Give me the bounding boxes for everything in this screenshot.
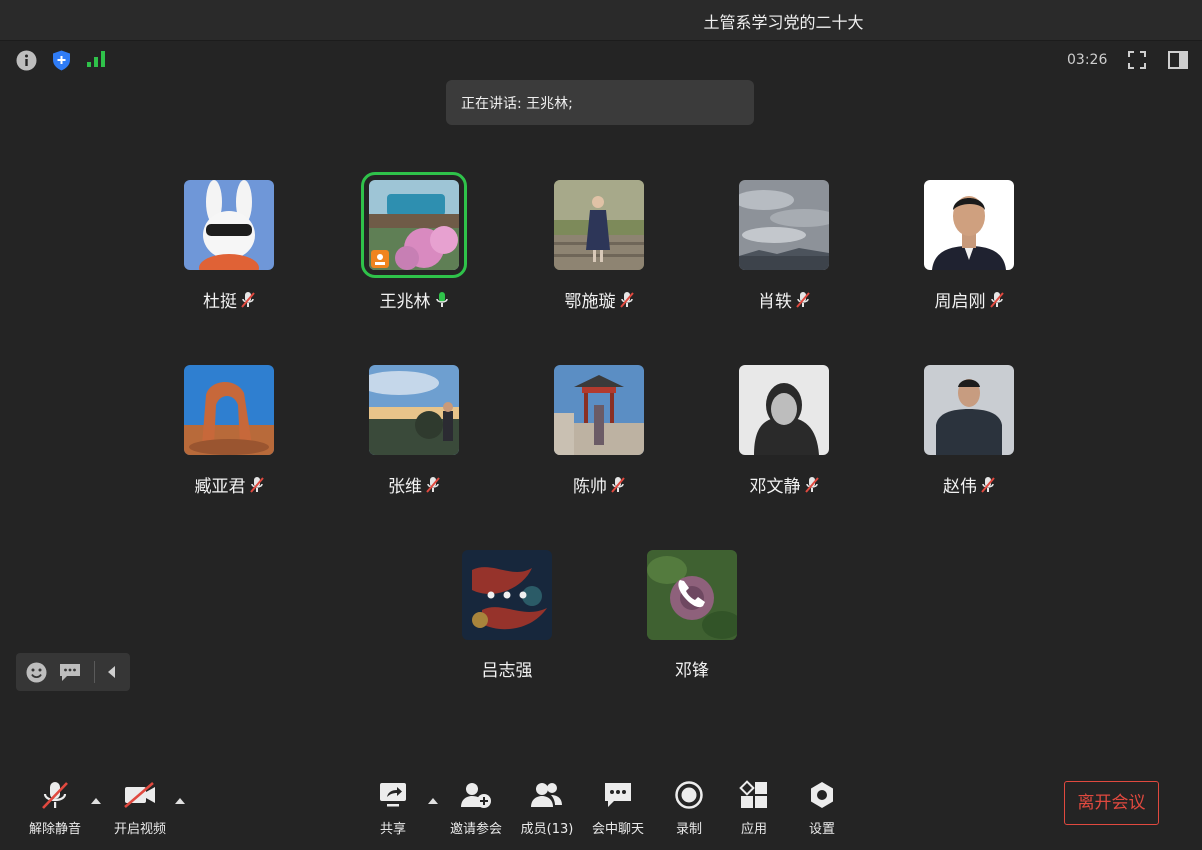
- man-portrait-avatar-icon: [924, 365, 1014, 455]
- unmute-button[interactable]: 解除静音: [15, 780, 95, 837]
- rabbit-avatar-icon: [184, 180, 274, 270]
- child-photo-avatar-icon: [554, 180, 644, 270]
- participant-name-label: 王兆林: [334, 287, 494, 312]
- participant-avatar[interactable]: [369, 365, 459, 455]
- participant-avatar-active-speaker[interactable]: [361, 172, 467, 278]
- participant-avatar[interactable]: [462, 550, 552, 640]
- sunset-photographer-avatar-icon: [369, 365, 459, 455]
- participant-avatar[interactable]: [184, 180, 274, 270]
- leave-meeting-button[interactable]: 离开会议: [1064, 781, 1159, 825]
- divider: [94, 661, 95, 683]
- mic-muted-icon: [796, 292, 810, 308]
- start-video-button[interactable]: 开启视频: [100, 780, 180, 837]
- participant-name-label: 臧亚君: [149, 472, 309, 497]
- members-button[interactable]: 成员(13): [507, 780, 587, 837]
- participant-name-label: 周启刚: [889, 287, 1049, 312]
- participant-name-label: 邓文静: [704, 472, 864, 497]
- active-speaker-banner: 正在讲话: 王兆林;: [446, 80, 754, 125]
- mic-muted-icon: [249, 477, 264, 493]
- mic-active-icon: [435, 292, 448, 307]
- network-signal-icon[interactable]: [87, 51, 105, 67]
- chat-button[interactable]: 会中聊天: [578, 780, 658, 837]
- collapse-arrow-icon[interactable]: [108, 666, 116, 678]
- participant-name-label: 杜挺: [149, 287, 309, 312]
- invite-label: 邀请参会: [449, 822, 502, 837]
- unmute-label: 解除静音: [28, 822, 81, 837]
- share-screen-icon: [380, 783, 406, 807]
- participant-avatar[interactable]: [924, 180, 1014, 270]
- bw-portrait-avatar-icon: [739, 365, 829, 455]
- pavilion-avatar-icon: [554, 365, 644, 455]
- fullscreen-icon[interactable]: [1128, 51, 1146, 69]
- participant-name-label: 陈帅: [519, 472, 679, 497]
- participant-avatar[interactable]: [554, 365, 644, 455]
- mic-muted-icon: [42, 782, 68, 809]
- flower-avatar-icon: [647, 550, 737, 640]
- participant-avatar[interactable]: [554, 180, 644, 270]
- mic-muted-icon: [426, 477, 440, 493]
- apps-grid-icon: [739, 780, 767, 808]
- security-shield-icon[interactable]: [52, 50, 71, 71]
- mic-muted-icon: [619, 292, 634, 308]
- invite-button[interactable]: 邀请参会: [436, 780, 516, 837]
- participant-name-label: 邓锋: [675, 661, 709, 681]
- mic-muted-icon: [241, 292, 255, 308]
- participant-avatar[interactable]: [647, 550, 737, 640]
- participant-name-label: 吕志强: [481, 661, 533, 681]
- participant-avatar[interactable]: [739, 365, 829, 455]
- chat-icon: [605, 783, 631, 807]
- info-icon[interactable]: [16, 50, 37, 71]
- emoji-icon[interactable]: [26, 662, 47, 683]
- participant-name-label: 鄂施璇: [519, 287, 679, 312]
- mic-muted-icon: [611, 477, 625, 493]
- portrait-avatar-icon: [924, 180, 1014, 270]
- share-label: 共享: [379, 822, 406, 837]
- meeting-title: 土管系学习党的二十大: [703, 13, 864, 32]
- cloudy-sky-avatar-icon: [739, 180, 829, 270]
- settings-gear-icon: [811, 782, 833, 808]
- participant-name-label: 张维: [334, 472, 494, 497]
- members-icon: [531, 783, 562, 807]
- arch-rock-avatar-icon: [184, 365, 274, 455]
- mic-muted-icon: [804, 477, 819, 493]
- reactions-panel: [16, 653, 130, 691]
- chat-label: 会中聊天: [591, 822, 644, 837]
- participant-avatar[interactable]: [184, 365, 274, 455]
- active-speaker-text: 正在讲话: 王兆林;: [461, 96, 573, 112]
- mic-muted-icon: [989, 292, 1004, 308]
- settings-label: 设置: [808, 822, 835, 837]
- add-user-icon: [461, 783, 491, 808]
- record-icon: [675, 781, 703, 809]
- title-bar: 土管系学习党的二十大: [0, 0, 1202, 41]
- sidebar-toggle-icon[interactable]: [1168, 51, 1188, 69]
- mic-muted-icon: [981, 477, 995, 493]
- settings-button[interactable]: 设置: [782, 780, 862, 837]
- share-button[interactable]: 共享: [353, 780, 433, 837]
- start-video-label: 开启视频: [113, 822, 166, 837]
- participant-name-label: 赵伟: [889, 472, 1049, 497]
- video-off-icon: [124, 782, 155, 808]
- chat-bubble-icon[interactable]: [59, 663, 81, 682]
- participant-avatar[interactable]: [924, 365, 1014, 455]
- members-label: 成员(13): [520, 822, 574, 837]
- participant-avatar[interactable]: [739, 180, 829, 270]
- meeting-timer: 03:26: [1067, 52, 1108, 68]
- koi-art-avatar-icon: [462, 550, 552, 640]
- participant-name-label: 肖轶: [704, 287, 864, 312]
- train-flowers-avatar-icon: [369, 180, 459, 270]
- video-options-caret-icon[interactable]: [175, 798, 185, 804]
